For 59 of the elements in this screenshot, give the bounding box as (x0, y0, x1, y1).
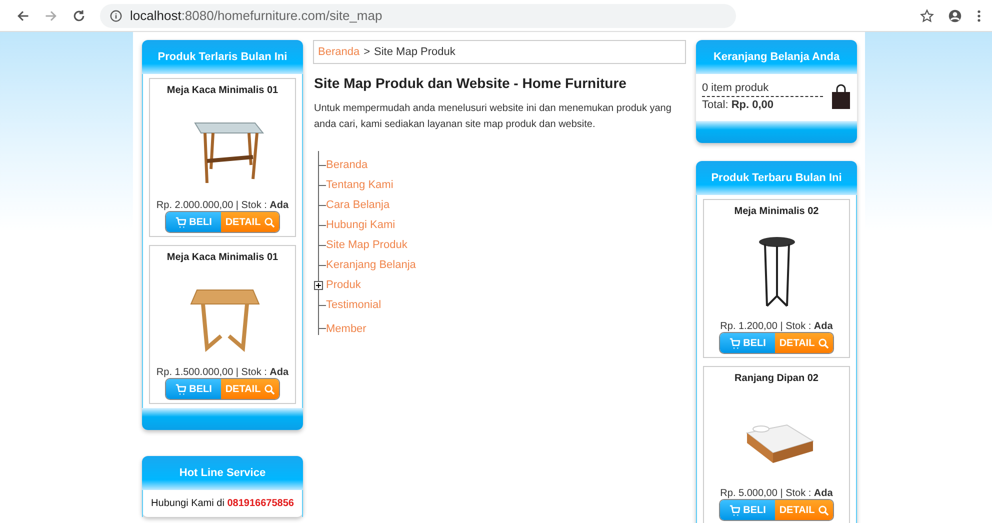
product-name: Meja Kaca Minimalis 01 (166, 85, 278, 96)
account-icon[interactable] (948, 8, 962, 22)
sitemap-link[interactable]: Produk (326, 279, 361, 291)
address-bar[interactable]: localhost:8080/homefurniture.com/site_map (100, 4, 736, 28)
cart-total: Total: Rp. 0,00 (702, 99, 775, 111)
product-price: Rp. 1.200,00 | Stok : Ada (720, 321, 833, 332)
shopping-bag-icon[interactable] (831, 84, 851, 110)
reload-icon[interactable] (72, 8, 86, 22)
cart-icon (729, 338, 740, 348)
buy-button[interactable]: BELI (720, 500, 775, 520)
product-price: Rp. 2.000.000,00 | Stok : Ada (156, 200, 289, 211)
table-drawing (194, 122, 264, 184)
sitemap-link[interactable]: Site Map Produk (326, 239, 408, 251)
detail-button[interactable]: DETAIL (775, 500, 833, 520)
search-icon (818, 504, 829, 516)
stool-drawing (758, 237, 794, 307)
sitemap-link[interactable]: Tentang Kami (326, 179, 394, 191)
product-name: Ranjang Dipan 02 (734, 373, 818, 384)
search-icon (818, 338, 829, 348)
cart-icon (175, 384, 186, 394)
product-name: Meja Kaca Minimalis 01 (166, 252, 278, 263)
sitemap-link[interactable]: Beranda (326, 159, 368, 171)
menu-icon[interactable] (976, 8, 982, 22)
product-name: Meja Minimalis 02 (734, 206, 819, 217)
panel-title: Hot Line Service (179, 467, 266, 479)
hotline-text: Hubungi Kami di 081916675856 (151, 498, 294, 509)
sitemap-link[interactable]: Hubungi Kami (326, 219, 396, 231)
sitemap-link[interactable]: Keranjang Belanja (326, 259, 416, 271)
cart-icon (175, 216, 186, 228)
sitemap-link[interactable]: Testimonial (326, 299, 382, 311)
url-text: localhost:8080/homefurniture.com/site_map (130, 8, 382, 23)
buy-button[interactable]: BELI (720, 333, 775, 353)
back-icon[interactable] (16, 8, 30, 22)
breadcrumb-separator: > (364, 46, 370, 58)
panel-title: Keranjang Belanja Anda (713, 51, 840, 63)
cart-item-count: 0 item produk (702, 82, 823, 97)
breadcrumb-current: Site Map Produk (374, 46, 456, 58)
sitemap-link[interactable]: Member (326, 323, 366, 335)
product-price: Rp. 1.500.000,00 | Stok : Ada (156, 367, 289, 378)
intro-paragraph: Untuk mempermudah anda menelusuri website ini dan menemukan produk yang anda cari, kami sediakan layanan site map produk dan website. (314, 102, 672, 132)
sitemap-link[interactable]: Cara Belanja (326, 199, 390, 211)
breadcrumb-link[interactable]: Beranda (318, 46, 360, 58)
buy-button[interactable]: BELI (166, 212, 221, 232)
panel-title: Produk Terlaris Bulan Ini (158, 51, 288, 63)
info-icon (110, 10, 122, 22)
search-icon (264, 384, 275, 394)
detail-button[interactable]: DETAIL (221, 379, 279, 399)
product-price: Rp. 5.000,00 | Stok : Ada (720, 488, 833, 499)
detail-button[interactable]: DETAIL (221, 212, 279, 232)
panel-title: Produk Terbaru Bulan Ini (711, 172, 842, 184)
buy-button[interactable]: BELI (166, 379, 221, 399)
bed-drawing (745, 424, 814, 463)
expand-icon[interactable] (314, 280, 323, 290)
detail-button[interactable]: DETAIL (775, 333, 833, 353)
page-title: Site Map Produk dan Website - Home Furniture (314, 75, 628, 91)
star-icon[interactable] (920, 8, 934, 22)
cart-icon (729, 504, 740, 516)
search-icon (264, 216, 275, 228)
table-drawing (190, 290, 260, 352)
